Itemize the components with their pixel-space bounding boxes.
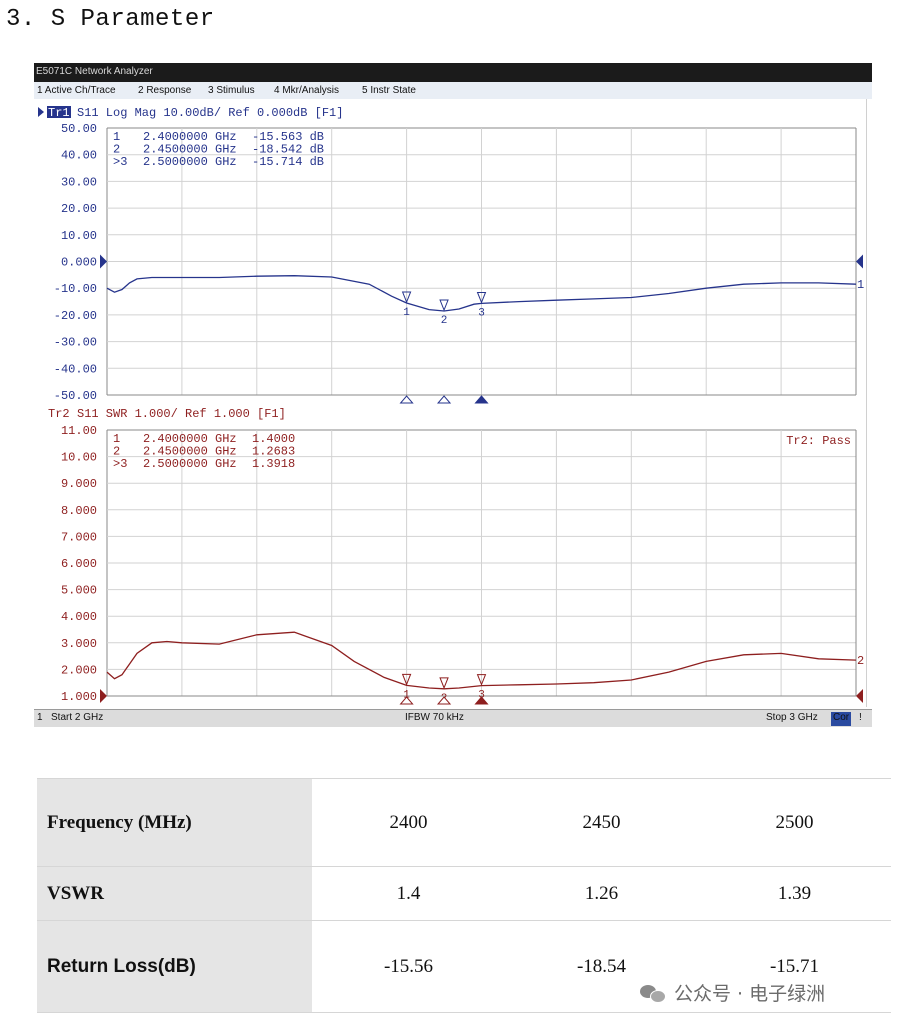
trace1-y-tick-label: -30.00: [54, 336, 97, 350]
table-cell: 2500: [698, 778, 891, 867]
table-row: VSWR 1.4 1.26 1.39: [37, 866, 891, 921]
s-parameter-charts: 50.00 40.00 30.00 20.00 10.00 0.000 -10.00 -20.…: [38, 106, 864, 705]
trace2-y-tick-label: 2.000: [61, 663, 97, 677]
watermark: 公众号 · 电子绿洲: [640, 979, 825, 1006]
trace1-y-tick-label: 20.00: [61, 202, 97, 216]
trace2-y-tick-label: 4.000: [61, 610, 97, 624]
trace1-ref-left-arrow-icon: [100, 254, 107, 269]
trace1-ref-right-arrow-icon: [856, 254, 863, 269]
trace2-y-tick-label: 6.000: [61, 557, 97, 571]
s-parameter-table: Frequency (MHz) 2400 2450 2500 VSWR 1.4 …: [37, 778, 891, 1013]
trace2-y-tick-label: 8.000: [61, 504, 97, 518]
trace1-marker-2-bottom-indicator: [436, 395, 452, 404]
trace1-header: S11 Log Mag 10.00dB/ Ref 0.000dB [F1]: [77, 106, 343, 120]
trace1-series-end-label: 1: [857, 278, 864, 292]
row-header-frequency: Frequency (MHz): [37, 778, 312, 867]
trace2-marker-3-readout-freq: 2.5000000 GHz: [143, 457, 237, 471]
trace2-y-tick-label: 3.000: [61, 637, 97, 651]
trace1-marker-1-bottom-indicator: [399, 395, 414, 404]
trace1-marker-3-readout-id: >3: [113, 155, 127, 169]
trace1-tag: Tr1: [48, 106, 70, 120]
table-cell: 2400: [312, 778, 505, 867]
row-header-return-loss: Return Loss(dB): [37, 920, 312, 1013]
trace1-active-arrow-icon: [38, 107, 44, 117]
wechat-icon: [640, 983, 666, 1003]
trace1-y-tick-label: -20.00: [54, 309, 97, 323]
trace1-y-tick-label: -40.00: [54, 362, 97, 376]
trace1-y-tick-label: 40.00: [61, 149, 97, 163]
trace2-tag: Tr2: [48, 407, 70, 421]
table-row: Frequency (MHz) 2400 2450 2500: [37, 778, 891, 867]
trace1-marker-3-bottom-indicator: [474, 395, 489, 404]
trace1-y-tick-label: 0.000: [61, 256, 97, 270]
table-cell: 2450: [505, 778, 698, 867]
trace1-y-tick-label: -10.00: [54, 282, 97, 296]
trace1-y-tick-label: -50.00: [54, 389, 97, 403]
table-cell: 1.4: [312, 866, 505, 921]
trace2-marker-3-readout-id: >3: [113, 457, 127, 471]
trace2-marker-3-readout-value: 1.3918: [252, 457, 295, 471]
trace1-y-tick-label: 10.00: [61, 229, 97, 243]
trace2-header: S11 SWR 1.000/ Ref 1.000 [F1]: [77, 407, 286, 421]
trace2-ref-left-arrow-icon: [100, 689, 107, 703]
trace1-marker-2-label: 2: [441, 315, 448, 327]
trace2-ref-right-arrow-icon: [856, 689, 863, 703]
trace2-y-tick-label: 1.000: [61, 690, 97, 704]
table-cell: -15.56: [312, 920, 505, 1013]
trace1-marker-3-label: 3: [478, 307, 485, 319]
trace1-marker-3-readout-value: -15.714 dB: [252, 155, 324, 169]
watermark-text: 公众号 · 电子绿洲: [674, 983, 826, 1005]
trace2-y-tick-label: 7.000: [61, 530, 97, 544]
row-header-vswr: VSWR: [37, 866, 312, 921]
trace2-series-end-label: 2: [857, 654, 864, 668]
trace2-y-tick-label: 9.000: [61, 477, 97, 491]
trace1-y-tick-label: 50.00: [61, 122, 97, 136]
trace1-marker-2-triangle: [439, 299, 449, 312]
trace2-y-tick-label: 5.000: [61, 584, 97, 598]
trace2-marker-2-triangle: [439, 677, 449, 690]
trace2-pass-label: Tr2: Pass: [786, 434, 851, 448]
trace2-y-tick-label: 10.00: [61, 451, 97, 465]
trace1-marker-1-label: 1: [403, 307, 410, 319]
trace1-marker-3-readout-freq: 2.5000000 GHz: [143, 155, 237, 169]
trace1-y-tick-label: 30.00: [61, 175, 97, 189]
table-cell: 1.26: [505, 866, 698, 921]
trace2-y-tick-label: 11.00: [61, 424, 97, 438]
table-cell: 1.39: [698, 866, 891, 921]
